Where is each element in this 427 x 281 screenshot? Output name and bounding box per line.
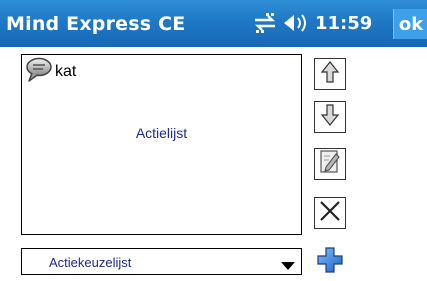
action-list[interactable]: kat Actielijst [21, 54, 302, 235]
list-item-label: kat [55, 63, 77, 80]
move-up-button[interactable] [314, 58, 346, 90]
arrow-down-icon [320, 103, 340, 132]
close-x-icon [318, 199, 342, 228]
plus-icon [316, 246, 344, 279]
speech-bubble-icon [25, 57, 53, 88]
ok-button[interactable]: ok [393, 9, 427, 39]
move-down-button[interactable] [314, 101, 346, 133]
arrow-up-icon [320, 60, 340, 89]
dropdown-value: Actiekeuzelijst [49, 255, 132, 270]
chevron-down-icon[interactable] [280, 258, 296, 276]
add-button[interactable] [314, 246, 346, 278]
app-title: Mind Express CE [6, 13, 186, 35]
action-list-label: Actielijst [135, 125, 188, 141]
title-bar: Mind Express CE 11:59 ok [0, 0, 427, 47]
edit-document-icon [319, 149, 341, 180]
clock[interactable]: 11:59 [315, 13, 372, 34]
edit-button[interactable] [314, 148, 346, 180]
volume-icon[interactable] [282, 11, 310, 40]
connectivity-icon[interactable] [252, 11, 278, 40]
delete-button[interactable] [314, 197, 346, 229]
list-item[interactable]: kat [25, 57, 77, 88]
action-choice-dropdown[interactable]: Actiekeuzelijst [21, 248, 302, 275]
